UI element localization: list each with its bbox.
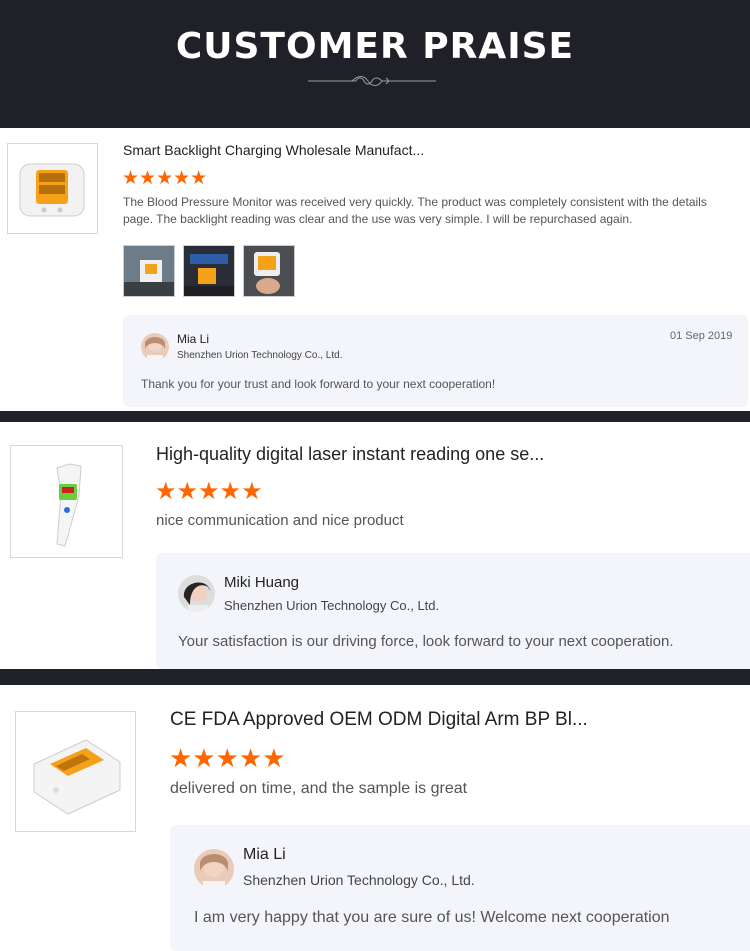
reply-text: I am very happy that you are sure of us!… [194,909,670,926]
review-text: nice communication and nice product [156,512,404,529]
review-text: The Blood Pressure Monitor was received … [123,195,707,226]
product-thumbnail[interactable] [7,143,98,234]
review-card-3: CE FDA Approved OEM ODM Digital Arm BP B… [0,685,750,951]
review-card-1: Smart Backlight Charging Wholesale Manuf… [0,128,750,411]
review-text: delivered on time, and the sample is gre… [170,780,468,797]
avatar [178,575,215,612]
review-photo-2[interactable] [183,245,235,297]
seller-reply: Mia Li Shenzhen Urion Technology Co., Lt… [170,825,750,951]
product-thumbnail[interactable] [10,445,123,558]
star-rating: ★★★★★ [155,478,263,505]
review-photo-1[interactable] [123,245,175,297]
reply-text: Thank you for your trust and look forwar… [141,377,496,391]
page-title: CUSTOMER PRAISE [175,26,575,67]
reply-author-name: Mia Li [177,332,210,346]
reply-company: Shenzhen Urion Technology Co., Ltd. [224,598,440,613]
blood-pressure-monitor-image [19,163,85,217]
reply-company: Shenzhen Urion Technology Co., Ltd. [243,872,475,888]
reply-company: Shenzhen Urion Technology Co., Ltd. [177,350,343,361]
reply-author-name: Miki Huang [224,574,300,591]
product-title[interactable]: High-quality digital laser instant readi… [156,444,544,465]
seller-reply: Mia Li Shenzhen Urion Technology Co., Lt… [123,315,748,407]
reply-author-name: Mia Li [243,846,286,863]
star-rating: ★★★★★ [122,168,208,189]
page-header: CUSTOMER PRAISE [0,0,750,128]
reply-date: 01 Sep 2019 [670,330,733,342]
review-photo-3[interactable] [243,245,295,297]
avatar [141,333,169,361]
product-thumbnail[interactable] [15,711,136,832]
product-title[interactable]: Smart Backlight Charging Wholesale Manuf… [123,142,424,158]
arm-bp-monitor-image [33,739,121,815]
ornament-divider [308,76,436,86]
avatar [194,849,234,889]
infrared-thermometer-image [56,463,82,547]
seller-reply: Miki Huang Shenzhen Urion Technology Co.… [156,553,750,669]
product-title[interactable]: CE FDA Approved OEM ODM Digital Arm BP B… [170,709,588,731]
reply-text: Your satisfaction is our driving force, … [178,633,674,650]
star-rating: ★★★★★ [169,743,286,773]
review-card-2: High-quality digital laser instant readi… [0,422,750,669]
